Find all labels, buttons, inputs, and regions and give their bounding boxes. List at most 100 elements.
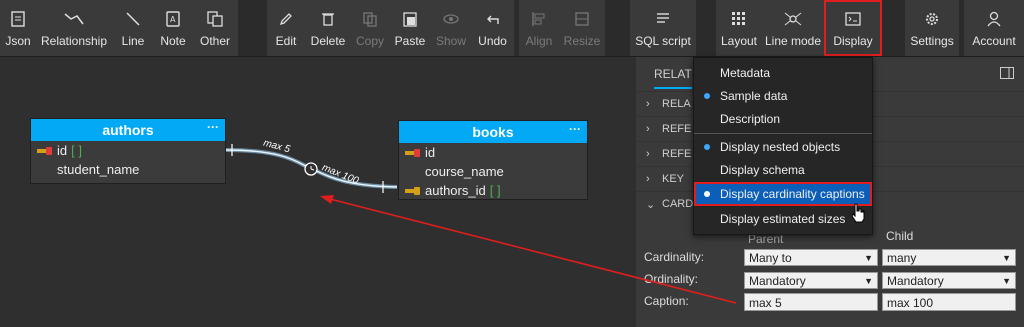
line-icon — [125, 8, 141, 30]
resize-icon — [574, 8, 590, 30]
chevron-right-icon: › — [646, 98, 650, 110]
show-icon — [442, 8, 460, 30]
account-button[interactable]: Account — [964, 0, 1024, 56]
resize-button[interactable]: Resize — [559, 0, 605, 56]
menu-item-display-schema[interactable]: Display schema — [694, 159, 872, 181]
display-icon — [845, 8, 861, 30]
delete-button[interactable]: Delete — [305, 0, 351, 56]
diagram-canvas[interactable]: authors ··· id [ ] student_name books ··… — [0, 57, 636, 327]
line-button[interactable]: Line — [112, 0, 154, 56]
toolbar: Json Relationship Line A Note Other Edit… — [0, 0, 1024, 57]
other-button[interactable]: Other — [192, 0, 238, 56]
caption-parent-input[interactable]: max 5 — [744, 293, 878, 311]
dropdown-arrow-icon: ▼ — [864, 253, 873, 263]
undo-icon — [485, 8, 501, 30]
chevron-right-icon: › — [646, 123, 650, 135]
line-label: Line — [121, 34, 145, 48]
toolbar-group-insert: Json Relationship Line A Note Other — [0, 0, 238, 56]
show-button[interactable]: Show — [431, 0, 471, 56]
resize-label: Resize — [563, 34, 601, 48]
cardinality-child-select[interactable]: many ▼ — [882, 249, 1016, 266]
copy-label: Copy — [356, 34, 385, 48]
edit-label: Edit — [275, 34, 297, 48]
menu-item-estimated-sizes[interactable]: Display estimated sizes — [694, 208, 872, 230]
svg-text:A: A — [170, 15, 176, 24]
edit-icon — [278, 8, 294, 30]
relationship-label: Relationship — [40, 34, 108, 48]
paste-button[interactable]: Paste — [389, 0, 431, 56]
caption-child-input[interactable]: max 100 — [882, 293, 1016, 311]
relationship-line[interactable] — [0, 57, 636, 327]
checked-bullet-icon — [694, 191, 720, 197]
tab-relationship[interactable]: RELAT — [654, 67, 692, 89]
align-button[interactable]: Align — [519, 0, 559, 56]
align-label: Align — [525, 34, 553, 48]
layout-button[interactable]: Layout — [716, 0, 762, 56]
chevron-right-icon: › — [646, 148, 650, 160]
align-icon — [531, 8, 547, 30]
toolbar-group-account: Account — [964, 0, 1024, 56]
note-label: Note — [160, 34, 186, 48]
sql-script-icon — [655, 8, 671, 30]
menu-item-sample-data[interactable]: Sample data — [694, 85, 872, 107]
line-mode-button[interactable]: Line mode — [762, 0, 824, 56]
menu-item-cardinality-captions[interactable]: Display cardinality captions — [694, 182, 872, 206]
line-mode-label: Line mode — [764, 34, 822, 48]
account-icon — [986, 8, 1002, 30]
copy-button[interactable]: Copy — [351, 0, 389, 56]
json-label: Json — [5, 34, 31, 48]
display-label: Display — [833, 34, 873, 48]
sql-script-button[interactable]: SQL script — [630, 0, 696, 56]
display-button[interactable]: Display — [824, 0, 882, 56]
display-menu: Metadata Sample data Description Display… — [693, 57, 873, 235]
relationship-button[interactable]: Relationship — [36, 0, 112, 56]
json-button[interactable]: Json — [0, 0, 36, 56]
note-button[interactable]: A Note — [154, 0, 192, 56]
hand-cursor-icon — [851, 203, 865, 223]
sql-script-label: SQL script — [635, 34, 691, 48]
edit-button[interactable]: Edit — [267, 0, 305, 56]
delete-icon — [320, 8, 336, 30]
undo-label: Undo — [478, 34, 507, 48]
toolbar-group-arrange: Align Resize — [519, 0, 605, 56]
menu-item-nested-objects[interactable]: Display nested objects — [694, 136, 872, 158]
dropdown-arrow-icon: ▼ — [1002, 253, 1011, 263]
copy-icon — [362, 8, 378, 30]
checked-bullet-icon — [694, 144, 720, 150]
menu-item-metadata[interactable]: Metadata — [694, 62, 872, 84]
other-label: Other — [199, 34, 230, 48]
chevron-right-icon: › — [646, 173, 650, 185]
menu-separator — [694, 133, 872, 134]
cardinality-label: Cardinality: — [644, 250, 705, 264]
paste-label: Paste — [394, 34, 426, 48]
caption-label: Caption: — [644, 294, 689, 308]
line-mode-icon — [784, 8, 802, 30]
ordinality-label: Ordinality: — [644, 272, 699, 286]
child-column-header: Child — [886, 229, 914, 243]
other-icon — [207, 8, 223, 30]
json-icon — [10, 8, 26, 30]
layout-label: Layout — [720, 34, 758, 48]
settings-icon — [924, 8, 940, 30]
ordinality-parent-select[interactable]: Mandatory ▼ — [744, 272, 878, 289]
show-label: Show — [435, 34, 467, 48]
ordinality-child-select[interactable]: Mandatory ▼ — [882, 272, 1016, 289]
account-label: Account — [972, 34, 1016, 48]
toolbar-group-sql: SQL script — [630, 0, 696, 56]
note-icon: A — [165, 8, 181, 30]
dropdown-arrow-icon: ▼ — [1002, 276, 1011, 286]
dropdown-arrow-icon: ▼ — [864, 276, 873, 286]
checked-bullet-icon — [694, 93, 720, 99]
panel-toggle-icon[interactable] — [1000, 67, 1014, 82]
layout-icon — [731, 8, 747, 30]
cardinality-parent-select[interactable]: Many to ▼ — [744, 249, 878, 266]
toolbar-group-edit: Edit Delete Copy Paste Show Undo — [267, 0, 514, 56]
relationship-icon — [63, 8, 85, 30]
undo-button[interactable]: Undo — [471, 0, 514, 56]
settings-button[interactable]: Settings — [905, 0, 959, 56]
menu-item-description[interactable]: Description — [694, 108, 872, 130]
chevron-down-icon: ⌄ — [646, 198, 656, 211]
delete-label: Delete — [310, 34, 346, 48]
toolbar-group-view: Layout Line mode Display — [716, 0, 882, 56]
settings-label: Settings — [910, 34, 954, 48]
